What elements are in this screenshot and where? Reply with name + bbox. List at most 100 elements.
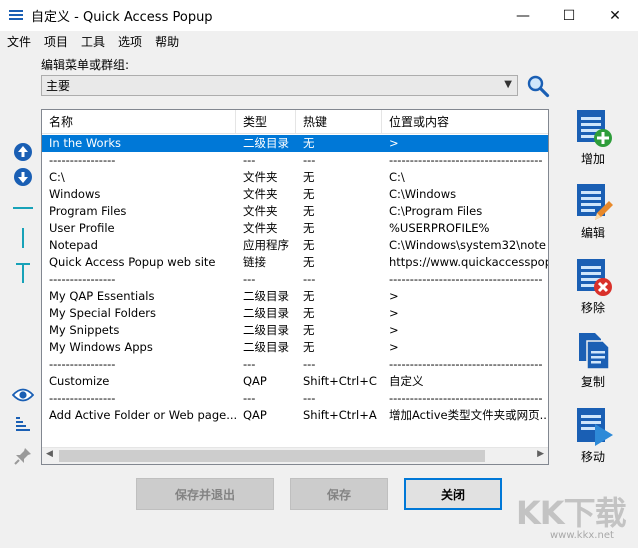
remove-favorite-button[interactable]: 移除 — [570, 257, 616, 316]
cell-type: 文件夹 — [243, 221, 278, 235]
minimize-icon: — — [516, 7, 530, 24]
cell-type: QAP — [243, 408, 267, 422]
column-type[interactable]: 类型 — [236, 110, 296, 134]
table-row[interactable]: ---------------- --- --- ------------------… — [42, 152, 548, 169]
cell-type: --- — [243, 272, 256, 286]
scroll-right-icon[interactable]: ▶ — [537, 449, 544, 459]
chevron-down-icon: ▼ — [504, 79, 512, 90]
copy-favorite-button[interactable]: 复制 — [570, 331, 616, 390]
watermark: KK下载 www.kkx.net — [516, 488, 634, 544]
cell-type: 文件夹 — [243, 204, 278, 218]
sort-button[interactable] — [11, 413, 35, 437]
add-icon — [573, 108, 613, 148]
table-row[interactable]: Quick Access Popup web site 链接 无 https://ww… — [42, 254, 548, 271]
add-separator-button[interactable] — [11, 196, 35, 220]
list-rows: In the Works 二级目录无 > ---------------- --- ---… — [42, 135, 548, 424]
cell-hotkey: 无 — [303, 136, 315, 150]
column-name[interactable]: 名称 — [42, 110, 236, 134]
table-row[interactable]: Customize QAP Shift+Ctrl+C 自定义 — [42, 373, 548, 390]
scroll-left-icon[interactable]: ◀ — [46, 449, 53, 459]
table-row[interactable]: ---------------- --- --- ------------------… — [42, 356, 548, 373]
move-up-button[interactable] — [11, 140, 35, 164]
column-location[interactable]: 位置或内容 — [382, 110, 548, 134]
menu-options[interactable]: 选项 — [111, 33, 148, 50]
cell-location: > — [389, 136, 399, 150]
cell-hotkey: 无 — [303, 221, 315, 235]
cell-location: ------------------------------------- — [389, 153, 543, 167]
add-text-separator-button[interactable] — [11, 261, 35, 285]
cell-type: 二级目录 — [243, 323, 289, 337]
table-row[interactable]: Add Active Folder or Web page... QAP Shift… — [42, 407, 548, 424]
save-button[interactable]: 保存 — [290, 478, 388, 510]
cell-hotkey: 无 — [303, 289, 315, 303]
cell-name: My QAP Essentials — [49, 289, 155, 303]
table-row[interactable]: In the Works 二级目录无 > — [42, 135, 548, 152]
table-row[interactable]: My QAP Essentials 二级目录无 > — [42, 288, 548, 305]
scrollbar-thumb[interactable] — [59, 450, 485, 462]
cell-location: ------------------------------------- — [389, 391, 543, 405]
edit-label: 编辑 — [580, 226, 605, 240]
maximize-button[interactable]: ☐ — [546, 0, 592, 31]
table-row[interactable]: ---------------- --- --- ------------------… — [42, 390, 548, 407]
add-column-break-button[interactable] — [11, 226, 35, 250]
table-row[interactable]: ---------------- --- --- ------------------… — [42, 271, 548, 288]
menu-tools[interactable]: 工具 — [74, 33, 111, 50]
cell-hotkey: 无 — [303, 323, 315, 337]
cell-type: --- — [243, 391, 256, 405]
cell-location: %USERPROFILE% — [389, 221, 490, 235]
table-row[interactable]: Program Files 文件夹 无 C:\Program Files — [42, 203, 548, 220]
table-row[interactable]: My Windows Apps 二级目录无 > — [42, 339, 548, 356]
menu-group-select[interactable]: 主要 ▼ — [41, 75, 518, 96]
favorites-list[interactable]: 名称 类型 热键 位置或内容 In the Works 二级目录无 > -------… — [41, 109, 549, 465]
table-row[interactable]: Windows 文件夹 无 C:\Windows — [42, 186, 548, 203]
cell-type: 二级目录 — [243, 306, 289, 320]
table-row[interactable]: My Snippets 二级目录无 > — [42, 322, 548, 339]
table-row[interactable]: My Special Folders 二级目录无 > — [42, 305, 548, 322]
cell-hotkey: 无 — [303, 255, 315, 269]
column-hotkey[interactable]: 热键 — [296, 110, 382, 134]
pin-button[interactable] — [11, 444, 35, 468]
cell-name: Program Files — [49, 204, 127, 218]
search-icon[interactable] — [526, 74, 550, 98]
table-row[interactable]: C:\ 文件夹 无 C:\ — [42, 169, 548, 186]
cell-location: C:\Program Files — [389, 204, 483, 218]
preview-button[interactable] — [11, 383, 35, 407]
menu-items[interactable]: 项目 — [37, 33, 74, 50]
cell-hotkey: --- — [303, 357, 316, 371]
cell-hotkey: 无 — [303, 340, 315, 354]
cell-hotkey: --- — [303, 153, 316, 167]
cell-location: > — [389, 340, 399, 354]
cell-type: 应用程序 — [243, 238, 289, 252]
cell-name: C:\ — [49, 170, 65, 184]
minimize-button[interactable]: — — [500, 0, 546, 31]
edit-favorite-button[interactable]: 编辑 — [570, 182, 616, 241]
menu-file[interactable]: 文件 — [0, 33, 37, 50]
cell-type: 文件夹 — [243, 170, 278, 184]
move-down-button[interactable] — [11, 165, 35, 189]
window-title: 自定义 - Quick Access Popup — [31, 10, 213, 25]
cell-location: 自定义 — [389, 374, 424, 388]
cell-name: ---------------- — [49, 272, 116, 286]
table-row[interactable]: User Profile 文件夹 无 %USERPROFILE% — [42, 220, 548, 237]
cell-hotkey: 无 — [303, 238, 315, 252]
arrow-up-icon — [14, 143, 32, 161]
cell-name: In the Works — [49, 136, 121, 150]
table-row[interactable]: Notepad 应用程序无 C:\Windows\system32\note — [42, 237, 548, 254]
horizontal-scrollbar[interactable]: ◀ ▶ — [42, 447, 548, 464]
menu-help[interactable]: 帮助 — [148, 33, 185, 50]
save-and-exit-button[interactable]: 保存并退出 — [136, 478, 274, 510]
cell-name: ---------------- — [49, 391, 116, 405]
cell-type: QAP — [243, 374, 267, 388]
move-favorite-button[interactable]: 移动 — [570, 406, 616, 465]
text-separator-icon — [16, 263, 30, 283]
cell-type: 文件夹 — [243, 187, 278, 201]
edit-icon — [573, 182, 613, 222]
close-window-button[interactable]: ✕ — [592, 0, 638, 31]
cell-location: https://www.quickaccesspop — [389, 255, 548, 269]
cell-name: ---------------- — [49, 153, 116, 167]
copy-label: 复制 — [580, 375, 605, 389]
close-button[interactable]: 关闭 — [404, 478, 502, 510]
add-favorite-button[interactable]: 增加 — [570, 108, 616, 167]
cell-hotkey: --- — [303, 391, 316, 405]
remove-label: 移除 — [580, 301, 605, 315]
